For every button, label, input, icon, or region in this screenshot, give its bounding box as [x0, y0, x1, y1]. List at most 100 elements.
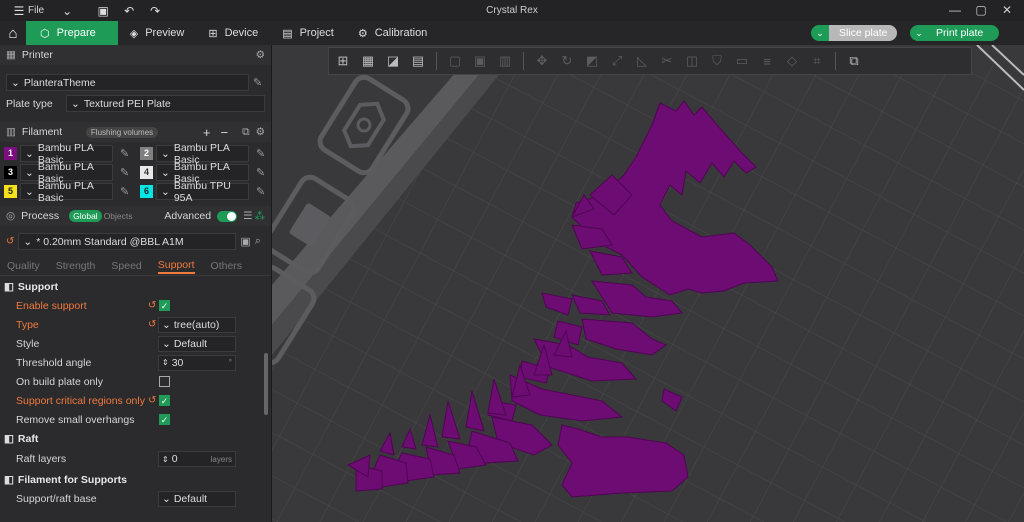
sidebar-scrollbar[interactable] [264, 353, 268, 415]
remove-icon[interactable]: − [220, 125, 228, 140]
cut-icon[interactable]: ✂ [657, 51, 677, 71]
chevron-down-icon[interactable]: ⌄ [910, 25, 928, 41]
compare-icon[interactable]: ⁂ [255, 210, 266, 222]
edit-icon[interactable]: ✎ [120, 166, 129, 179]
print-plate-button[interactable]: ⌄ Print plate [910, 25, 1000, 41]
gear-icon[interactable]: ⚙ [256, 126, 265, 138]
filament-color-swatch[interactable]: 6 [140, 185, 153, 198]
auto-orient-icon[interactable]: ◪ [383, 51, 403, 71]
arrange-icon[interactable]: ▤ [408, 51, 428, 71]
split-objects-icon[interactable]: ▢ [445, 51, 465, 71]
chevron-down-icon: ⌄ [25, 147, 34, 160]
tab-prepare[interactable]: ⬡ Prepare [26, 21, 118, 45]
add-object-icon[interactable]: ⊞ [333, 51, 353, 71]
filament-color-swatch[interactable]: 1 [4, 147, 17, 160]
support-base-dropdown[interactable]: ⌄ Default [158, 490, 236, 507]
save-icon[interactable]: ▣ [92, 4, 114, 18]
calibration-icon: ⚙ [357, 27, 368, 40]
tab-calibration[interactable]: ⚙ Calibration [346, 21, 439, 45]
edit-icon[interactable]: ✎ [253, 76, 262, 89]
3d-viewport[interactable]: ⊞ ▦ ◪ ▤ ▢ ▣ ▥ ✥ ↻ ◩ ⤢ ◺ ✂ ◫ ⛉ ▭ ≡ ◇ ⌗ ⧉ [272, 45, 1024, 522]
redo-icon[interactable]: ↷ [144, 4, 166, 18]
file-menu[interactable]: File [28, 5, 44, 16]
support-style-dropdown[interactable]: ⌄ Default [158, 335, 236, 352]
move-icon[interactable]: ✥ [532, 51, 552, 71]
filament-color-swatch[interactable]: 2 [140, 147, 153, 160]
chevron-down-icon[interactable]: ⌄ [811, 25, 829, 41]
assembly-view-icon[interactable]: ⧉ [844, 51, 864, 71]
printer-preset-dropdown[interactable]: ⌄ PlanteraTheme [6, 74, 249, 91]
split-parts-icon[interactable]: ▣ [470, 51, 490, 71]
seam-painting-icon[interactable]: ▭ [732, 51, 752, 71]
sync-icon[interactable]: ⧉ [242, 126, 250, 139]
auto-rotate-icon[interactable]: ◩ [582, 51, 602, 71]
enable-support-checkbox[interactable]: ✓ [159, 300, 170, 311]
objects-toggle[interactable]: Objects [104, 211, 133, 221]
search-icon[interactable]: ⌕ [255, 235, 261, 248]
build-plate-only-checkbox[interactable] [159, 376, 170, 387]
remove-small-overhangs-checkbox[interactable]: ✓ [159, 414, 170, 425]
color-painting-icon[interactable]: ◇ [782, 51, 802, 71]
gear-icon[interactable]: ⚙ [256, 49, 265, 61]
scale-icon[interactable]: ⤢ [607, 51, 627, 71]
tab-device[interactable]: ⊞ Device [196, 21, 270, 45]
add-icon[interactable]: + [203, 125, 211, 140]
rotate-icon[interactable]: ↻ [557, 51, 577, 71]
tab-speed[interactable]: Speed [111, 260, 141, 272]
filament-dropdown[interactable]: ⌄ Bambu TPU 95A [156, 180, 249, 204]
filament-dropdown[interactable]: ⌄ Bambu PLA Basic [156, 142, 249, 166]
layers-editing-icon[interactable]: ▥ [495, 51, 515, 71]
global-toggle[interactable]: Global [69, 210, 102, 222]
home-icon[interactable]: ⌂ [0, 21, 26, 45]
slice-plate-button[interactable]: ⌄ Slice plate [811, 25, 898, 41]
filament-dropdown[interactable]: ⌄ Bambu PLA Basic [20, 180, 113, 204]
tab-quality[interactable]: Quality [7, 260, 40, 272]
tab-others[interactable]: Others [211, 260, 243, 272]
minimize-icon[interactable]: — [942, 0, 968, 21]
stepper-icon[interactable]: ⇕ [162, 358, 169, 367]
edit-icon[interactable]: ✎ [256, 166, 265, 179]
critical-regions-checkbox[interactable]: ✓ [159, 395, 170, 406]
reset-icon[interactable]: ↺ [6, 236, 14, 247]
chevron-down-icon[interactable]: ⌄ [56, 4, 78, 18]
mesh-boolean-icon[interactable]: ◫ [682, 51, 702, 71]
plate-type-dropdown[interactable]: ⌄ Textured PEI Plate [66, 95, 265, 112]
edit-icon[interactable]: ✎ [120, 147, 129, 160]
edit-icon[interactable]: ✎ [120, 185, 129, 198]
hamburger-menu-icon[interactable]: ☰ [8, 4, 30, 18]
filament-color-swatch[interactable]: 5 [4, 185, 17, 198]
raft-layers-input[interactable]: ⇕ 0 layers [158, 451, 236, 467]
filament-dropdown[interactable]: ⌄ Bambu PLA Basic [20, 142, 113, 166]
filament-dropdown[interactable]: ⌄ Bambu PLA Basic [20, 161, 113, 185]
reset-icon[interactable]: ↺ [148, 319, 156, 330]
tab-strength[interactable]: Strength [56, 260, 96, 272]
tab-support[interactable]: Support [157, 259, 195, 274]
maximize-icon[interactable]: ▢ [968, 0, 994, 21]
tab-project[interactable]: ▤ Project [270, 21, 346, 45]
list-view-icon[interactable]: ☰ [243, 210, 252, 222]
measure-icon[interactable]: ⌗ [807, 51, 827, 71]
reset-icon[interactable]: ↺ [148, 395, 156, 406]
flushing-volumes-button[interactable]: Flushing volumes [85, 126, 159, 138]
support-type-dropdown[interactable]: ⌄ tree(auto) [158, 316, 236, 333]
threshold-angle-input[interactable]: ⇕ 30 ° [158, 354, 236, 371]
toolbar-separator [523, 52, 524, 70]
save-preset-icon[interactable]: ▣ [240, 235, 250, 248]
filament-color-swatch[interactable]: 4 [140, 166, 153, 179]
edit-icon[interactable]: ✎ [256, 147, 265, 160]
lay-on-face-icon[interactable]: ◺ [632, 51, 652, 71]
filament-color-swatch[interactable]: 3 [4, 166, 17, 179]
process-preset-dropdown[interactable]: ⌄ * 0.20mm Standard @BBL A1M [18, 233, 237, 250]
support-painting-icon[interactable]: ⛉ [707, 51, 727, 71]
add-plate-icon[interactable]: ▦ [358, 51, 378, 71]
undo-icon[interactable]: ↶ [118, 4, 140, 18]
edit-icon[interactable]: ✎ [256, 185, 265, 198]
printer-preset-row: ⌄ PlanteraTheme ✎ [0, 73, 271, 92]
tab-preview[interactable]: ◈ Preview [118, 21, 197, 45]
advanced-toggle[interactable] [217, 210, 238, 222]
text-shape-icon[interactable]: ≡ [757, 51, 777, 71]
reset-icon[interactable]: ↺ [148, 300, 156, 311]
filament-dropdown[interactable]: ⌄ Bambu PLA Basic [156, 161, 249, 185]
close-icon[interactable]: ✕ [994, 0, 1020, 21]
stepper-icon[interactable]: ⇕ [162, 455, 169, 464]
